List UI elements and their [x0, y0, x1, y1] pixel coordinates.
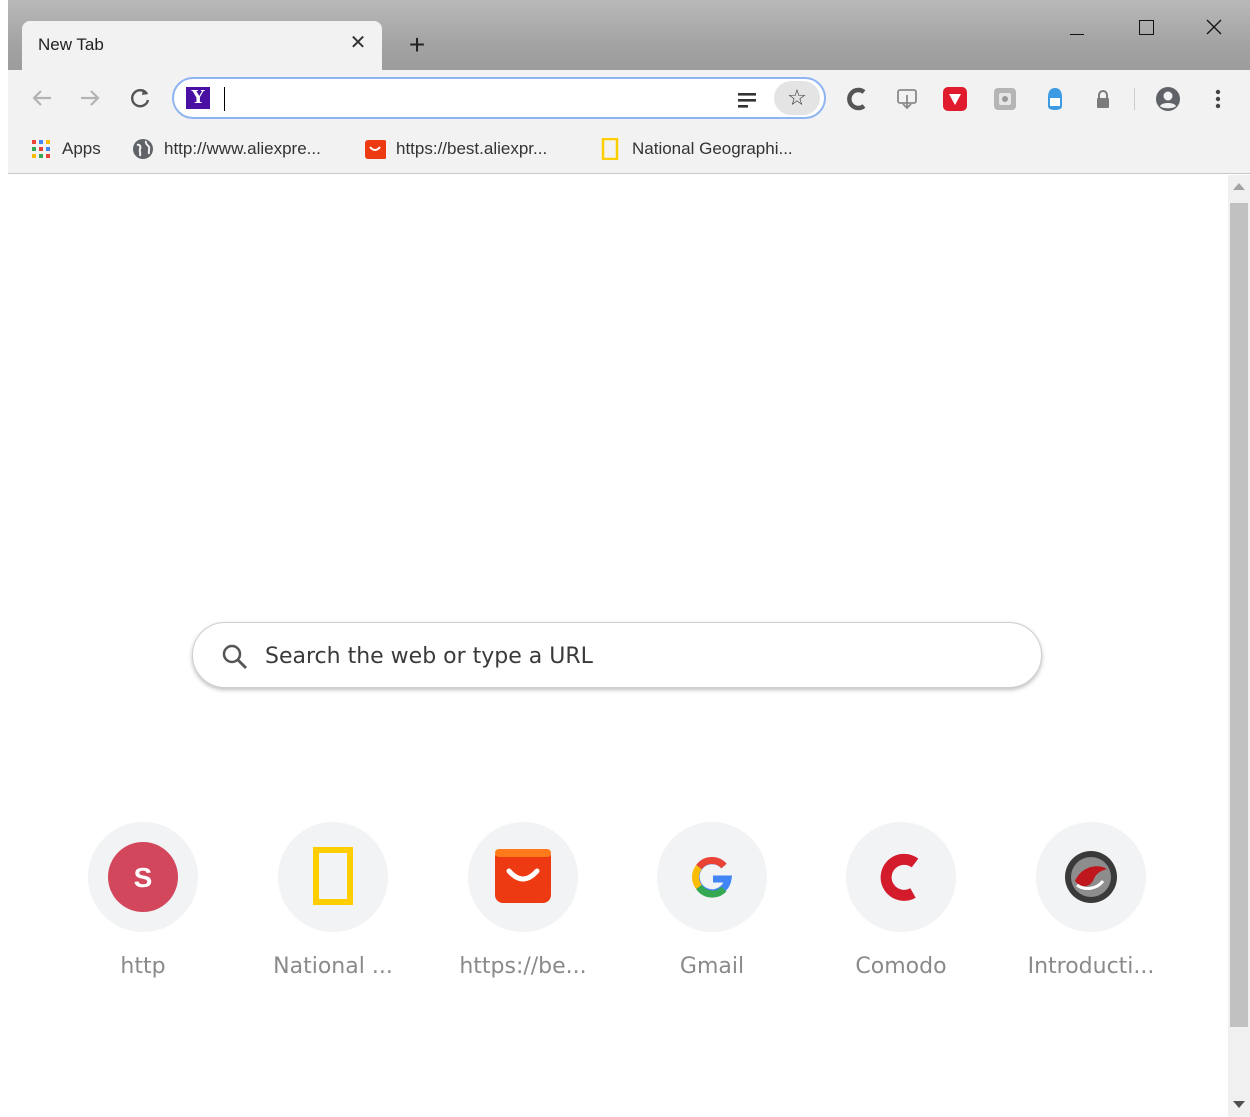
profile-icon[interactable]: [1154, 85, 1182, 113]
shortcut-tile[interactable]: S http: [68, 822, 218, 1002]
bookmark-label: Apps: [62, 139, 101, 158]
shortcut-icon-circle: [657, 822, 767, 932]
search-box[interactable]: [192, 622, 1042, 688]
bookmark-label: https://best.aliexpr...: [396, 139, 548, 158]
minimize-button[interactable]: [1046, 0, 1108, 54]
comodo-icon: [880, 853, 919, 901]
window-close-button[interactable]: [1182, 0, 1244, 54]
star-icon: ☆: [787, 85, 807, 110]
text-caret: [224, 87, 225, 111]
bookmark-label: http://www.aliexpre...: [164, 139, 321, 158]
comodo-extension-icon[interactable]: [844, 86, 870, 112]
bookmark-label: National Geographi...: [632, 139, 793, 158]
apps-grid-icon: [32, 140, 50, 158]
bookmark-natgeo[interactable]: National Geographi...: [600, 134, 793, 164]
reload-button[interactable]: [124, 82, 156, 114]
tab-strip: New Tab ✕ +: [0, 0, 1250, 70]
vertical-scrollbar[interactable]: [1228, 175, 1250, 1117]
gray-extension-icon[interactable]: [992, 86, 1018, 112]
shield-extension-icon[interactable]: [1042, 86, 1068, 112]
maximize-button[interactable]: [1114, 0, 1176, 54]
letter-s-icon: S: [108, 842, 178, 912]
bookmark-star-button[interactable]: ☆: [774, 81, 820, 115]
shortcut-tile[interactable]: National ...: [258, 822, 408, 1002]
bookmark-aliexpress-2[interactable]: https://best.aliexpr...: [364, 134, 547, 164]
scroll-thumb[interactable]: [1230, 203, 1248, 1027]
arrow-left-icon: [32, 90, 51, 106]
dragon-icon: [1065, 851, 1117, 903]
shortcut-tile[interactable]: Gmail: [637, 822, 787, 1002]
shortcut-label: National ...: [273, 954, 393, 979]
natgeo-icon: [313, 847, 353, 905]
search-input[interactable]: [265, 639, 1005, 673]
shortcut-label: http: [120, 954, 166, 979]
shortcut-tile[interactable]: Introducti...: [1016, 822, 1166, 1002]
shortcut-icon-circle: [468, 822, 578, 932]
aliexpress-bag-icon: [365, 140, 386, 159]
toolbar-divider: [1134, 88, 1135, 110]
shortcut-label: Gmail: [679, 954, 745, 979]
arrow-right-icon: [81, 90, 100, 106]
shortcut-label: https://be...: [459, 954, 587, 979]
shortcut-tile[interactable]: Comodo: [826, 822, 976, 1002]
reader-mode-icon[interactable]: [736, 89, 758, 111]
google-g-icon: [692, 856, 733, 898]
new-tab-button[interactable]: +: [402, 30, 432, 60]
forward-button[interactable]: [74, 82, 106, 114]
new-tab-page: S http National ... https://be...: [8, 175, 1228, 1117]
shortcut-tile[interactable]: https://be...: [448, 822, 598, 1002]
browser-window: New Tab ✕ + Y ☆ Apps http://www.aliexpre…: [0, 0, 1250, 1117]
kebab-menu-icon[interactable]: [1206, 85, 1230, 113]
back-button[interactable]: [26, 82, 58, 114]
address-input[interactable]: [230, 85, 710, 113]
shortcut-label: Comodo: [855, 954, 947, 979]
tab-new-tab[interactable]: New Tab ✕: [22, 21, 382, 70]
download-extension-icon[interactable]: [894, 86, 920, 112]
tab-title: New Tab: [38, 35, 104, 54]
bookmark-apps[interactable]: Apps: [30, 134, 101, 164]
scroll-up-arrow-icon[interactable]: [1233, 183, 1245, 190]
aliexpress-bag-icon: [495, 849, 551, 903]
bookmark-aliexpress-1[interactable]: http://www.aliexpre...: [132, 134, 321, 164]
natgeo-icon: [601, 138, 619, 160]
lock-extension-icon[interactable]: [1090, 86, 1116, 112]
shortcut-letter: S: [134, 862, 153, 893]
scroll-down-arrow-icon[interactable]: [1233, 1101, 1245, 1108]
globe-icon: [133, 139, 153, 159]
shortcut-icon-circle: [1036, 822, 1146, 932]
shortcut-icon-circle: S: [88, 822, 198, 932]
shortcut-icon-circle: [278, 822, 388, 932]
address-bar[interactable]: Y ☆: [172, 77, 826, 119]
close-tab-icon[interactable]: ✕: [346, 31, 370, 55]
shortcut-label: Introducti...: [1027, 954, 1155, 979]
shortcut-icon-circle: [846, 822, 956, 932]
bookmarks-bar: Apps http://www.aliexpre... https://best…: [8, 128, 1250, 174]
search-icon: [222, 644, 247, 669]
red-extension-icon[interactable]: [942, 86, 968, 112]
toolbar: Y ☆: [8, 70, 1250, 128]
reload-icon: [131, 89, 150, 108]
yahoo-icon: Y: [186, 87, 210, 109]
